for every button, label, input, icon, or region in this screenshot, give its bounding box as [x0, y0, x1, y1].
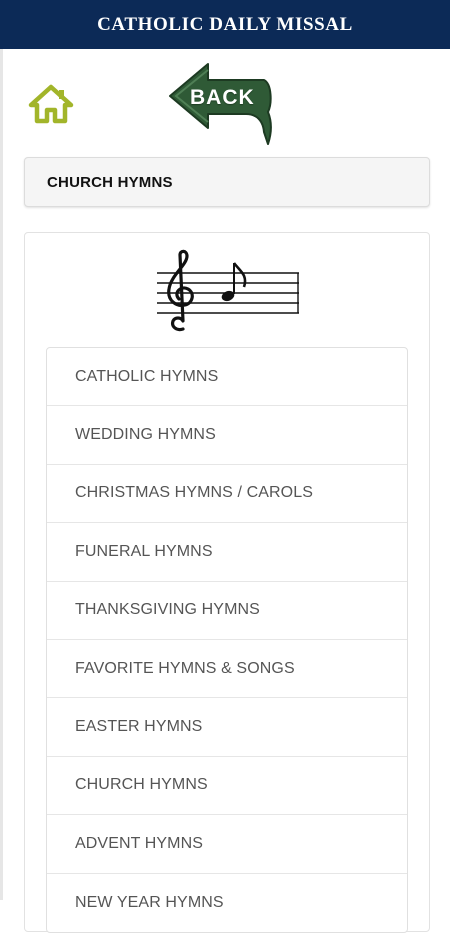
hymn-list: CATHOLIC HYMNS WEDDING HYMNS CHRISTMAS H… — [46, 347, 408, 933]
home-button[interactable] — [28, 84, 74, 124]
left-edge-divider — [0, 49, 3, 900]
back-label: BACK — [190, 86, 255, 109]
app-title: CATHOLIC DAILY MISSAL — [97, 13, 353, 35]
list-item[interactable]: FAVORITE HYMNS & SONGS — [47, 640, 407, 699]
list-item[interactable]: THANKSGIVING HYMNS — [47, 582, 407, 640]
list-item[interactable]: FUNERAL HYMNS — [47, 523, 407, 582]
list-item[interactable]: CATHOLIC HYMNS — [47, 348, 407, 407]
list-item[interactable]: WEDDING HYMNS — [47, 406, 407, 465]
section-header: CHURCH HYMNS — [24, 157, 430, 207]
list-item[interactable]: NEW YEAR HYMNS — [47, 874, 407, 932]
section-title: CHURCH HYMNS — [47, 173, 173, 191]
app-header: CATHOLIC DAILY MISSAL — [0, 0, 450, 49]
list-item[interactable]: CHURCH HYMNS — [47, 757, 407, 816]
back-button[interactable]: BACK — [168, 62, 276, 146]
music-staff-icon — [157, 249, 299, 332]
list-item[interactable]: EASTER HYMNS — [47, 698, 407, 757]
hymn-panel: CATHOLIC HYMNS WEDDING HYMNS CHRISTMAS H… — [24, 232, 430, 933]
home-icon — [28, 84, 74, 124]
list-item[interactable]: CHRISTMAS HYMNS / CAROLS — [47, 465, 407, 524]
list-item[interactable]: ADVENT HYMNS — [47, 815, 407, 874]
